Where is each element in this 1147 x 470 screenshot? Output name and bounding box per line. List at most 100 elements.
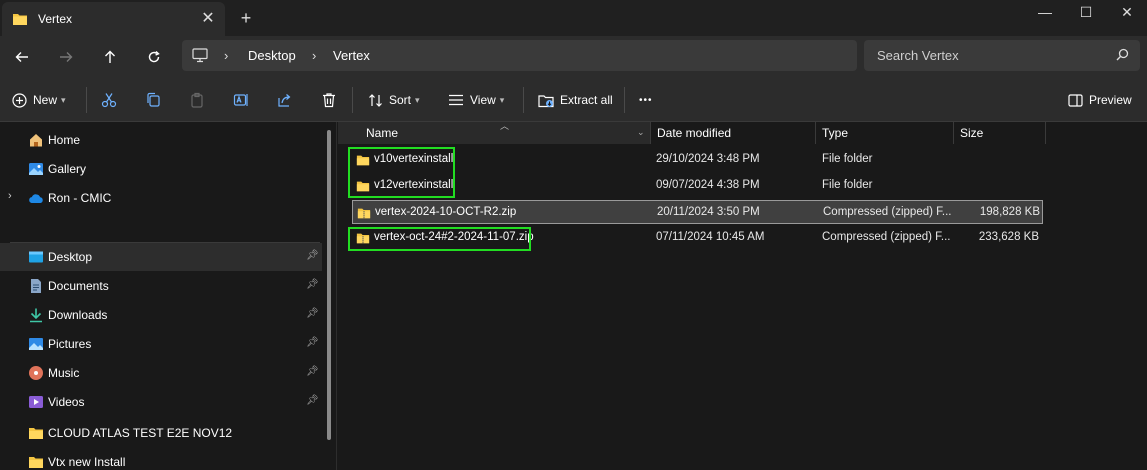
- sidebar-item-label: Gallery: [48, 162, 87, 176]
- arrow-right-icon: [60, 52, 73, 62]
- file-date: 09/07/2024 4:38 PM: [656, 179, 760, 191]
- preview-pane-icon: [1068, 93, 1083, 107]
- arrow-left-icon: [15, 52, 28, 62]
- tab-vertex[interactable]: Vertex ✕: [2, 2, 225, 36]
- share-button[interactable]: [277, 87, 293, 113]
- sidebar-item-label: Documents: [48, 279, 109, 293]
- sidebar-item-music[interactable]: Music 📌︎: [0, 359, 322, 387]
- forward-button[interactable]: [52, 43, 80, 71]
- sort-button[interactable]: Sort ▾: [368, 87, 420, 113]
- pin-icon[interactable]: 📌︎: [306, 395, 319, 406]
- pin-icon[interactable]: 📌︎: [306, 308, 319, 319]
- sidebar-item-label: Downloads: [48, 308, 108, 322]
- column-header-type[interactable]: Type: [816, 122, 954, 144]
- pin-icon[interactable]: 📌︎: [306, 250, 319, 261]
- breadcrumb-vertex[interactable]: Vertex: [333, 48, 370, 63]
- sidebar-item-ron-cmic[interactable]: › Ron - CMIC: [0, 184, 322, 212]
- extract-all-button[interactable]: Extract all: [538, 87, 613, 113]
- downloads-icon: [30, 308, 42, 323]
- search-box[interactable]: Search Vertex: [864, 40, 1140, 71]
- divider: [523, 87, 524, 113]
- clipboard-icon: [191, 92, 203, 108]
- breadcrumb-desktop[interactable]: Desktop: [248, 48, 296, 63]
- column-type-label: Type: [822, 126, 849, 140]
- sidebar-item-label: CLOUD ATLAS TEST E2E NOV12: [48, 426, 233, 440]
- maximize-button[interactable]: ☐: [1066, 0, 1106, 28]
- sidebar-item-label: Ron - CMIC: [48, 191, 112, 205]
- pin-icon[interactable]: 📌︎: [306, 366, 319, 377]
- sidebar-item-pictures[interactable]: Pictures 📌︎: [0, 330, 322, 358]
- preview-label: Preview: [1089, 93, 1132, 107]
- sidebar-item-label: Home: [48, 133, 81, 147]
- refresh-icon: [148, 50, 160, 63]
- new-button[interactable]: New ▾: [12, 87, 66, 113]
- file-row-selected[interactable]: vertex-2024-10-OCT-R2.zip 20/11/2024 3:5…: [352, 200, 1043, 224]
- column-size-label: Size: [960, 126, 984, 140]
- refresh-button[interactable]: [140, 43, 168, 71]
- file-name: vertex-2024-10-OCT-R2.zip: [375, 206, 517, 218]
- search-placeholder: Search Vertex: [877, 48, 959, 63]
- column-header-date[interactable]: Date modified: [651, 122, 816, 144]
- close-window-button[interactable]: ✕: [1107, 0, 1147, 28]
- divider: [86, 87, 87, 113]
- sidebar-item-label: Desktop: [48, 250, 93, 264]
- preview-button[interactable]: Preview: [1068, 87, 1132, 113]
- sidebar-item-vtx-new-install[interactable]: Vtx new Install: [0, 448, 322, 470]
- home-icon: [30, 134, 42, 147]
- divider: [624, 87, 625, 113]
- view-list-icon: [449, 94, 463, 106]
- address-bar[interactable]: › Desktop › Vertex: [182, 40, 857, 71]
- sidebar-item-downloads[interactable]: Downloads 📌︎: [0, 301, 322, 329]
- onedrive-icon: [29, 194, 43, 203]
- delete-button[interactable]: [321, 87, 337, 113]
- pin-icon[interactable]: 📌︎: [306, 337, 319, 348]
- sidebar-item-desktop[interactable]: Desktop 📌︎: [0, 243, 322, 271]
- music-icon: [29, 366, 43, 380]
- title-bar: Vertex ✕ + — ☐ ✕: [0, 0, 1147, 36]
- new-tab-button[interactable]: +: [234, 7, 258, 29]
- sidebar-item-cloud-atlas[interactable]: CLOUD ATLAS TEST E2E NOV12: [0, 419, 322, 447]
- plus-circle-icon: [12, 92, 27, 108]
- file-row[interactable]: v12vertexinstall 09/07/2024 4:38 PM File…: [352, 174, 1043, 198]
- more-options-button[interactable]: •••: [639, 87, 653, 113]
- sidebar-item-gallery[interactable]: Gallery: [0, 155, 322, 183]
- arrow-up-icon: [105, 50, 115, 63]
- search-icon: [1116, 48, 1129, 61]
- file-type: Compressed (zipped) F...: [822, 231, 951, 243]
- file-date: 07/11/2024 10:45 AM: [656, 231, 765, 243]
- sidebar-item-home[interactable]: Home: [0, 126, 322, 154]
- divider: [352, 87, 353, 113]
- chevron-right-icon[interactable]: ›: [8, 190, 12, 202]
- rename-button[interactable]: [233, 87, 249, 113]
- sidebar-item-documents[interactable]: Documents 📌︎: [0, 272, 322, 300]
- tab-title: Vertex: [38, 12, 73, 26]
- folder-icon: [13, 14, 27, 25]
- column-date-label: Date modified: [657, 126, 732, 140]
- sidebar-item-label: Vtx new Install: [48, 455, 126, 469]
- column-header-size[interactable]: Size: [954, 122, 1046, 144]
- copy-button[interactable]: [145, 87, 161, 113]
- sidebar-item-label: Music: [48, 366, 80, 380]
- pin-icon[interactable]: 📌︎: [306, 279, 319, 290]
- sidebar-scrollbar[interactable]: [327, 130, 331, 440]
- file-date: 29/10/2024 3:48 PM: [656, 153, 760, 165]
- file-row[interactable]: v10vertexinstall 29/10/2024 3:48 PM File…: [352, 148, 1043, 172]
- column-header-name[interactable]: ︿ Name ⌄: [338, 121, 651, 144]
- sidebar-item-label: Videos: [48, 395, 85, 409]
- documents-icon: [31, 279, 41, 293]
- back-button[interactable]: [8, 43, 36, 71]
- chevron-down-icon: ⌄: [637, 127, 645, 137]
- tab-close-icon[interactable]: ✕: [197, 8, 219, 30]
- up-button[interactable]: [96, 43, 124, 71]
- share-icon: [278, 94, 291, 107]
- folder-icon: [29, 428, 43, 439]
- cut-button[interactable]: [101, 87, 117, 113]
- view-button[interactable]: View ▾: [448, 87, 504, 113]
- chevron-down-icon: ▾: [415, 94, 420, 105]
- minimize-button[interactable]: —: [1025, 0, 1065, 28]
- column-name-label: Name: [366, 126, 399, 140]
- sidebar-item-videos[interactable]: Videos 📌︎: [0, 388, 322, 416]
- paste-button[interactable]: [189, 87, 205, 113]
- annotation-highlight: [348, 147, 455, 198]
- command-bar: New ▾ Sort ▾ View ▾ Extract all ••• Prev: [0, 77, 1147, 122]
